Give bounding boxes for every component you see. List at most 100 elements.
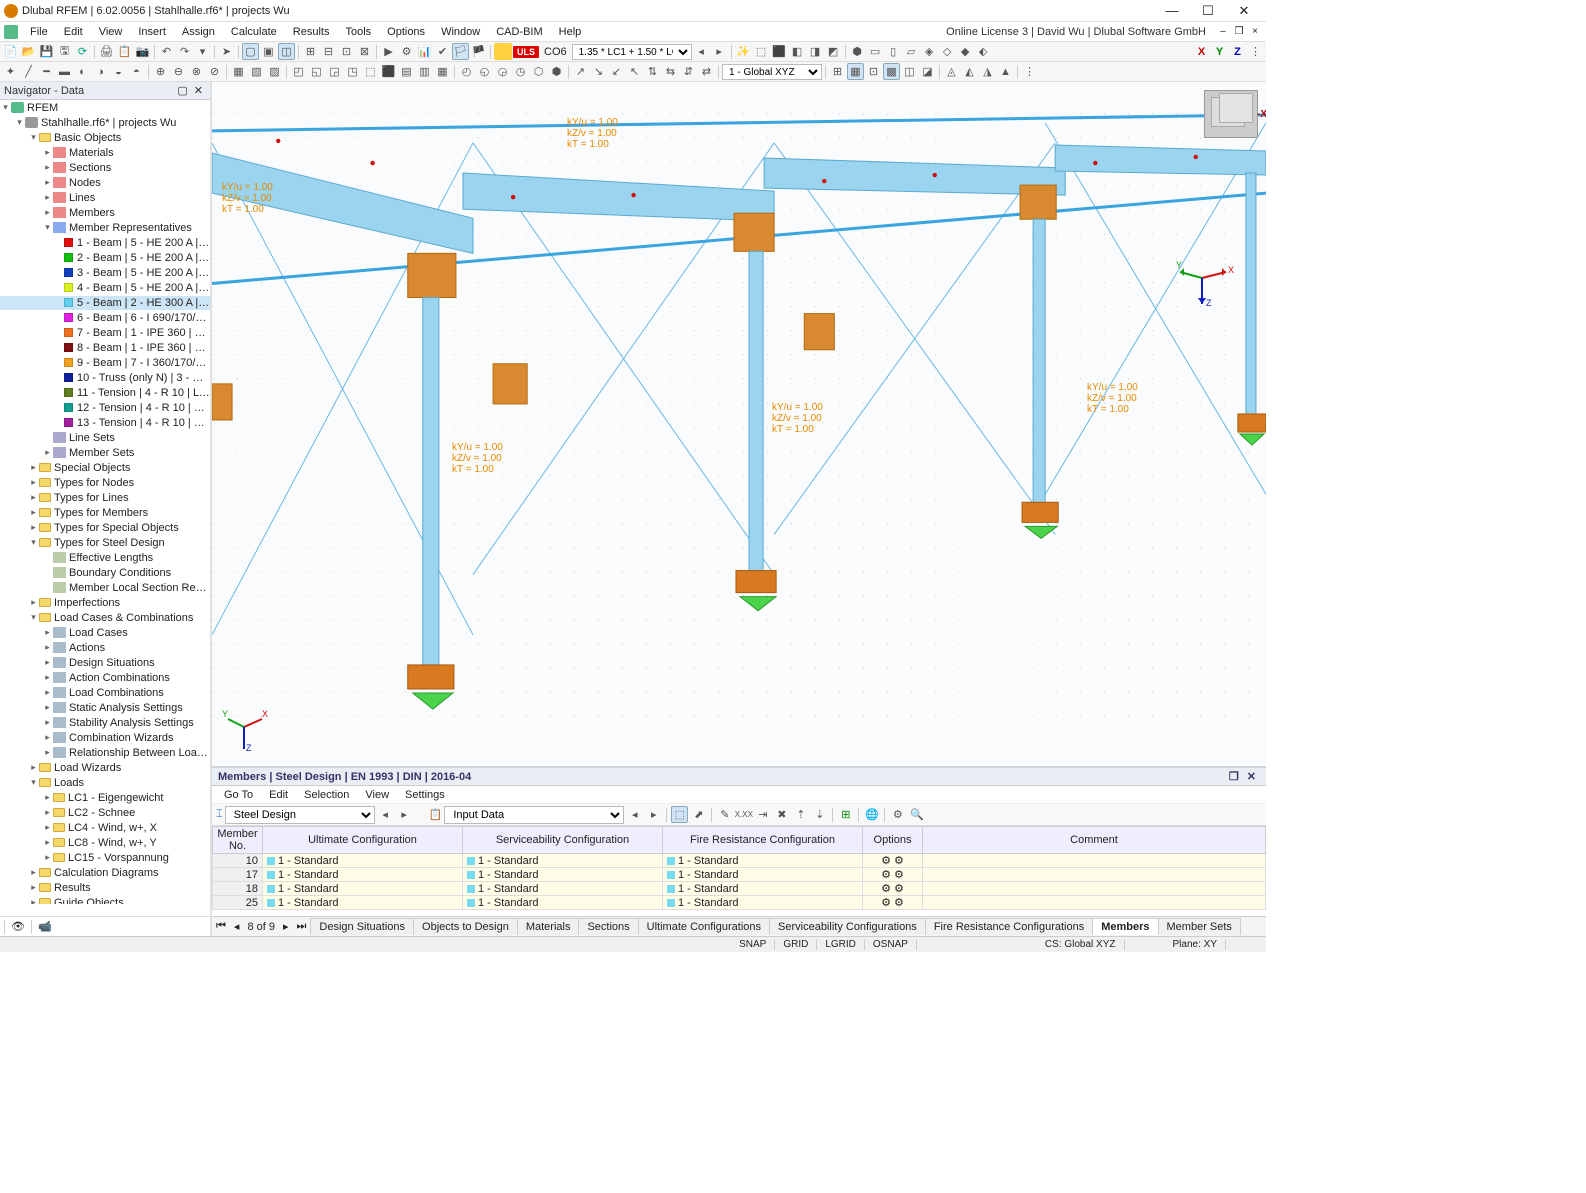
- r3h-icon[interactable]: ↘: [590, 63, 607, 80]
- bp-prev-icon[interactable]: ◂: [377, 806, 394, 823]
- t7-icon[interactable]: ◇: [939, 43, 956, 60]
- r2o-icon[interactable]: ◳: [344, 63, 361, 80]
- bp-gear-icon[interactable]: ⚙: [889, 806, 906, 823]
- minimize-button[interactable]: —: [1154, 1, 1190, 21]
- r3e-icon[interactable]: ⬡: [530, 63, 547, 80]
- member-tool-icon[interactable]: ━: [38, 63, 55, 80]
- bp-select-icon[interactable]: ⬚: [671, 806, 688, 823]
- table-row[interactable]: 17 1 - Standard 1 - Standard 1 - Standar…: [213, 868, 1266, 882]
- bp-edit2-icon[interactable]: ✎: [716, 806, 733, 823]
- status-snap[interactable]: SNAP: [731, 939, 775, 950]
- grid2-icon[interactable]: ⊟: [320, 43, 337, 60]
- t5-icon[interactable]: ◩: [825, 43, 842, 60]
- table-row[interactable]: 25 1 - Standard 1 - Standard 1 - Standar…: [213, 896, 1266, 910]
- bp-next-icon[interactable]: ▸: [396, 806, 413, 823]
- menu-view[interactable]: View: [91, 24, 131, 40]
- bp-edit[interactable]: Edit: [261, 787, 296, 803]
- r3n-icon[interactable]: ⇄: [698, 63, 715, 80]
- bp-goto[interactable]: Go To: [216, 787, 261, 803]
- tree-member-rep[interactable]: 3 - Beam | 5 - HE 200 A | L : 7.1: [0, 266, 210, 280]
- r4f-icon[interactable]: ◪: [919, 63, 936, 80]
- bp-down-icon[interactable]: ⇣: [811, 806, 828, 823]
- r3i-icon[interactable]: ↙: [608, 63, 625, 80]
- t4-icon[interactable]: ◨: [807, 43, 824, 60]
- t3-icon[interactable]: ◧: [789, 43, 806, 60]
- check-icon[interactable]: ✔: [434, 43, 451, 60]
- panel-restore-icon[interactable]: ❐: [1225, 770, 1243, 783]
- r2n-icon[interactable]: ◲: [326, 63, 343, 80]
- menu-window[interactable]: Window: [433, 24, 488, 40]
- bp-selection[interactable]: Selection: [296, 787, 357, 803]
- saveas-icon[interactable]: 🖫: [56, 43, 73, 60]
- navigator-close-icon[interactable]: ✕: [191, 84, 206, 97]
- tree-member-rep[interactable]: 9 - Beam | 7 - I 360/170/8/12/5: [0, 356, 210, 370]
- table-icon[interactable]: 📊: [416, 43, 433, 60]
- open-icon[interactable]: 📂: [20, 43, 37, 60]
- r4k-icon[interactable]: ⋮: [1021, 63, 1038, 80]
- app-menu-icon[interactable]: [4, 25, 18, 39]
- r2f-icon[interactable]: ⊖: [170, 63, 187, 80]
- wand-icon[interactable]: ✨: [735, 43, 752, 60]
- view-transparent-icon[interactable]: ◫: [278, 43, 295, 60]
- grid4-icon[interactable]: ⊠: [356, 43, 373, 60]
- flag-icon[interactable]: 🏳: [452, 43, 469, 60]
- refresh-icon[interactable]: ⟳: [74, 43, 91, 60]
- bp-excel-icon[interactable]: ⊞: [837, 806, 854, 823]
- t1-icon[interactable]: ⬚: [753, 43, 770, 60]
- bp-del-icon[interactable]: ✖: [773, 806, 790, 823]
- axis-z-label[interactable]: Z: [1229, 43, 1246, 60]
- col-member-no[interactable]: Member No.: [213, 827, 263, 854]
- r4a-icon[interactable]: ⊞: [829, 63, 846, 80]
- members-table[interactable]: Member No. Ultimate Configuration Servic…: [212, 826, 1266, 916]
- nav-eye-icon[interactable]: 👁: [11, 920, 25, 933]
- bp-globe-icon[interactable]: 🌐: [863, 806, 880, 823]
- r2k-icon[interactable]: ▨: [266, 63, 283, 80]
- col-fire[interactable]: Fire Resistance Configuration: [663, 827, 863, 854]
- tree-member-rep[interactable]: 2 - Beam | 5 - HE 200 A | L : 5.0: [0, 251, 210, 265]
- tree-member-rep[interactable]: 11 - Tension | 4 - R 10 | L : 8.60: [0, 386, 210, 400]
- menu-results[interactable]: Results: [285, 24, 338, 40]
- last-page-icon[interactable]: ⏭: [293, 920, 311, 933]
- axis-y-label[interactable]: Y: [1211, 43, 1228, 60]
- r2b-icon[interactable]: ◑: [92, 63, 109, 80]
- menu-edit[interactable]: Edit: [56, 24, 91, 40]
- t2-icon[interactable]: ⬛: [771, 43, 788, 60]
- report-icon[interactable]: 📋: [116, 43, 133, 60]
- axis-x-label[interactable]: X: [1193, 43, 1210, 60]
- bp-view[interactable]: View: [357, 787, 397, 803]
- r3m-icon[interactable]: ⇵: [680, 63, 697, 80]
- r2l-icon[interactable]: ◰: [290, 63, 307, 80]
- tree-member-rep[interactable]: 8 - Beam | 1 - IPE 360 | L : 5.00: [0, 341, 210, 355]
- menu-assign[interactable]: Assign: [174, 24, 223, 40]
- r2j-icon[interactable]: ▧: [248, 63, 265, 80]
- mdi-restore-icon[interactable]: ❐: [1232, 26, 1246, 38]
- r3j-icon[interactable]: ↖: [626, 63, 643, 80]
- bottom-tab[interactable]: Member Sets: [1158, 918, 1241, 935]
- r2t-icon[interactable]: ▦: [434, 63, 451, 80]
- col-ultimate[interactable]: Ultimate Configuration: [263, 827, 463, 854]
- r2d-icon[interactable]: ◓: [128, 63, 145, 80]
- view-wireframe-icon[interactable]: ▢: [242, 43, 259, 60]
- undo-icon[interactable]: ↶: [158, 43, 175, 60]
- r2s-icon[interactable]: ▥: [416, 63, 433, 80]
- next-lc-icon[interactable]: ▸: [711, 43, 728, 60]
- r2i-icon[interactable]: ▦: [230, 63, 247, 80]
- bp-settings[interactable]: Settings: [397, 787, 453, 803]
- more-icon[interactable]: ⋮: [1247, 43, 1264, 60]
- status-grid[interactable]: GRID: [775, 939, 817, 950]
- r3a-icon[interactable]: ◴: [458, 63, 475, 80]
- menu-tools[interactable]: Tools: [337, 24, 379, 40]
- t6-icon[interactable]: ◈: [921, 43, 938, 60]
- t9-icon[interactable]: ⬖: [975, 43, 992, 60]
- iso-icon[interactable]: ⬢: [849, 43, 866, 60]
- nav-camera-icon[interactable]: 📹: [38, 920, 52, 933]
- status-lgrid[interactable]: LGRID: [817, 939, 865, 950]
- r2p-icon[interactable]: ⬚: [362, 63, 379, 80]
- photo-icon[interactable]: 📷: [134, 43, 151, 60]
- design-module-select[interactable]: Steel Design: [225, 806, 375, 824]
- menu-options[interactable]: Options: [379, 24, 433, 40]
- side-icon[interactable]: ▯: [885, 43, 902, 60]
- tree-member-rep[interactable]: 12 - Tension | 4 - R 10 | L : 8.74: [0, 401, 210, 415]
- navigator-tree[interactable]: ▾RFEM▾Stahlhalle.rf6* | projects Wu▾Basi…: [0, 100, 210, 904]
- r2r-icon[interactable]: ▤: [398, 63, 415, 80]
